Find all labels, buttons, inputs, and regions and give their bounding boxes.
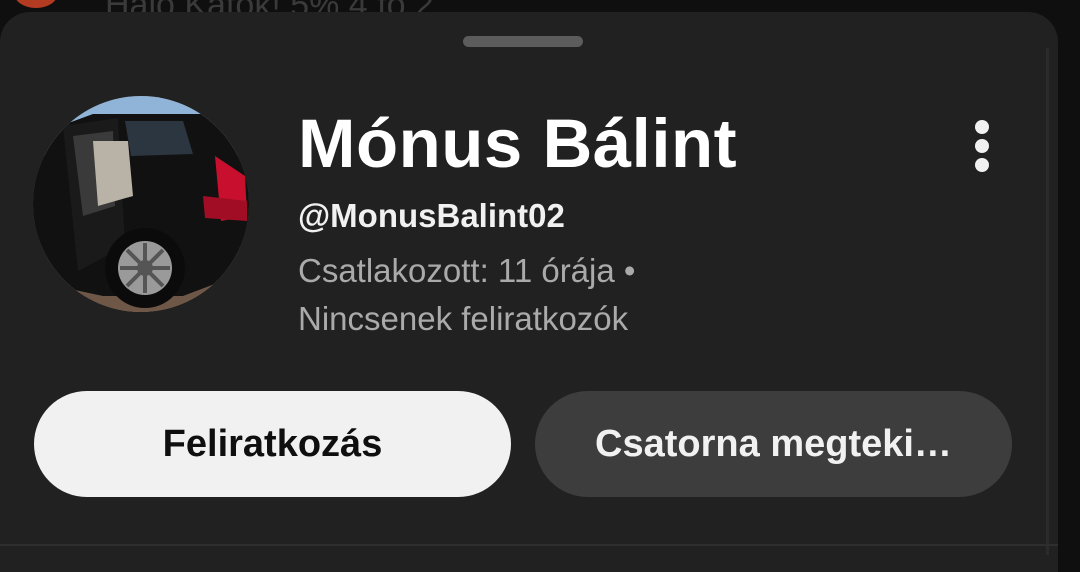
drag-handle[interactable]	[463, 36, 583, 47]
background-avatar	[14, 0, 58, 8]
view-channel-button-label: Csatorna megteki…	[595, 422, 952, 465]
view-channel-button[interactable]: Csatorna megteki…	[535, 391, 1012, 497]
sheet-scrollbar	[1046, 48, 1049, 555]
divider	[0, 544, 1058, 546]
car-photo-icon	[33, 96, 249, 312]
channel-avatar[interactable]	[33, 96, 249, 312]
more-options-icon[interactable]	[962, 116, 1002, 176]
channel-handle: @MonusBalint02	[298, 197, 565, 234]
joined-info: Csatlakozott: 11 órája •	[298, 252, 636, 289]
subscribe-button[interactable]: Feliratkozás	[34, 391, 511, 497]
channel-name: Mónus Bálint	[298, 105, 738, 182]
subscriber-count: Nincsenek feliratkozók	[298, 300, 629, 337]
subscribe-button-label: Feliratkozás	[162, 422, 383, 465]
